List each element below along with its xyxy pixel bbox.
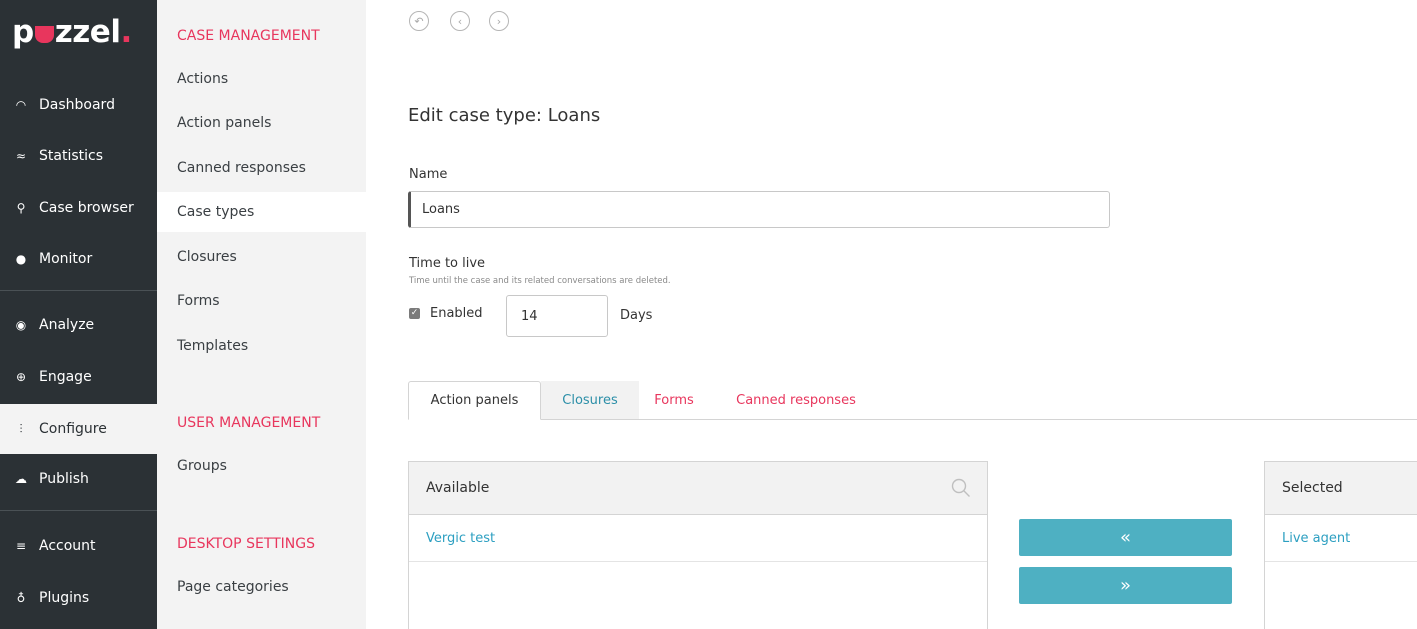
nav-item-statistics[interactable]: ≈ Statistics (0, 131, 157, 181)
search-icon[interactable] (951, 478, 971, 498)
undo-icon[interactable]: ↶ (409, 11, 429, 31)
page-title-prefix: Edit case type: (408, 105, 542, 126)
available-header: Available (409, 462, 987, 515)
logo-text-end: zzel (54, 14, 121, 50)
logo-dot: . (120, 14, 132, 50)
gauge-icon: ◠ (15, 98, 27, 112)
move-right-button[interactable]: » (1019, 567, 1232, 604)
nav-divider (0, 290, 157, 291)
puzzel-logo[interactable]: p zzel. (12, 14, 132, 50)
page-title: Edit case type: Loans (408, 105, 600, 126)
name-field[interactable]: Loans (408, 191, 1110, 228)
nav-item-label: Publish (39, 471, 89, 487)
nav-item-label: Statistics (39, 148, 103, 164)
nav-item-label: Dashboard (39, 97, 115, 113)
nav-item-label: Engage (39, 369, 92, 385)
section-user-management: USER MANAGEMENT (177, 415, 321, 431)
chart-icon: ≈ (15, 149, 27, 163)
list-icon: ≡ (15, 539, 27, 553)
available-panel: Available Vergic test (408, 461, 988, 629)
subnav-item-case-types[interactable]: Case types (157, 192, 366, 232)
nav-item-configure[interactable]: ⫶ Configure (0, 404, 157, 454)
nav-item-case-browser[interactable]: ⚲ Case browser (0, 183, 157, 233)
subnav-item-action-panels[interactable]: Action panels (157, 103, 366, 143)
nav-item-dashboard[interactable]: ◠ Dashboard (0, 80, 157, 130)
main-content: ↶ ‹ › Edit case type: Loans Name Loans T… (366, 0, 1417, 629)
nav-item-label: Case browser (39, 200, 134, 216)
list-item-selected[interactable]: Live agent (1265, 515, 1417, 562)
days-label: Days (620, 308, 653, 323)
nav-item-plugins[interactable]: ♁ Plugins (0, 573, 157, 623)
name-label: Name (409, 167, 448, 182)
configure-subnav: CASE MANAGEMENT Actions Action panels Ca… (157, 0, 366, 629)
nav-item-label: Plugins (39, 590, 90, 606)
ttl-label: Time to live (409, 256, 486, 271)
nav-item-engage[interactable]: ⊕ Engage (0, 352, 157, 402)
binoculars-icon: ● (15, 252, 27, 266)
nav-item-label: Configure (39, 421, 107, 437)
nav-item-publish[interactable]: ☁ Publish (0, 454, 157, 504)
selected-title: Selected (1282, 480, 1343, 496)
page-title-value: Loans (547, 105, 601, 126)
tab-closures[interactable]: Closures (541, 381, 639, 420)
forward-icon[interactable]: › (489, 11, 509, 31)
sliders-icon: ⫶ (19, 421, 23, 436)
nav-item-label: Analyze (39, 317, 95, 333)
tab-forms[interactable]: Forms (649, 381, 699, 420)
subnav-item-groups[interactable]: Groups (157, 446, 366, 486)
eye-icon: ◉ (15, 318, 27, 332)
list-item-available[interactable]: Vergic test (409, 515, 987, 562)
subnav-item-actions[interactable]: Actions (157, 59, 366, 99)
section-case-management: CASE MANAGEMENT (177, 28, 320, 44)
globe-icon: ⊕ (15, 370, 27, 384)
nav-item-label: Account (39, 538, 96, 554)
tab-action-panels[interactable]: Action panels (408, 381, 541, 420)
search-icon: ⚲ (16, 201, 26, 215)
logo-mark (34, 26, 54, 43)
selected-header: Selected (1265, 462, 1417, 515)
available-title: Available (426, 480, 490, 496)
enabled-checkbox[interactable]: ✓ (409, 308, 420, 319)
nav-item-monitor[interactable]: ● Monitor (0, 234, 157, 284)
nav-item-label: Monitor (39, 251, 93, 267)
back-icon[interactable]: ‹ (450, 11, 470, 31)
cloud-upload-icon: ☁ (15, 472, 27, 486)
lightbulb-icon: ♁ (16, 591, 26, 605)
selected-panel: Selected Live agent (1264, 461, 1417, 629)
subnav-item-templates[interactable]: Templates (157, 326, 366, 366)
subnav-item-page-categories[interactable]: Page categories (157, 567, 366, 607)
logo-text-start: p (12, 14, 34, 50)
app-root: p zzel. ◠ Dashboard ≈ Statistics ⚲ Case b… (0, 0, 1417, 629)
days-field[interactable]: 14 (506, 295, 608, 337)
subnav-item-closures[interactable]: Closures (157, 237, 366, 277)
move-left-button[interactable]: « (1019, 519, 1232, 556)
tab-canned-responses[interactable]: Canned responses (726, 381, 866, 420)
subnav-item-canned-responses[interactable]: Canned responses (157, 148, 366, 188)
nav-divider (0, 510, 157, 511)
main-nav: p zzel. ◠ Dashboard ≈ Statistics ⚲ Case b… (0, 0, 157, 629)
nav-item-analyze[interactable]: ◉ Analyze (0, 300, 157, 350)
nav-item-account[interactable]: ≡ Account (0, 521, 157, 571)
section-desktop-settings: DESKTOP SETTINGS (177, 536, 315, 552)
ttl-hint: Time until the case and its related conv… (409, 276, 671, 286)
subnav-item-forms[interactable]: Forms (157, 281, 366, 321)
enabled-label: Enabled (430, 306, 483, 321)
